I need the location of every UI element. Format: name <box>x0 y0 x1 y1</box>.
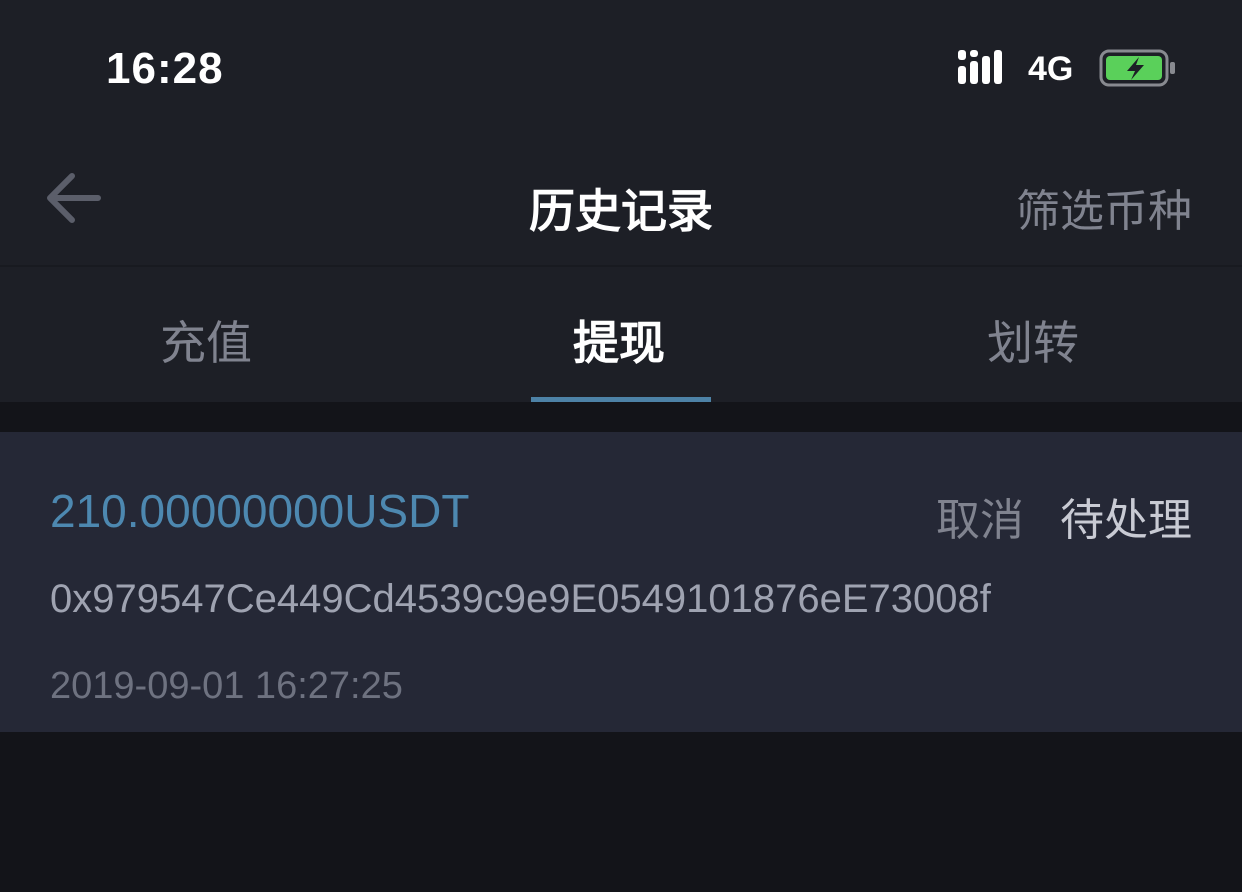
cancel-button[interactable]: 取消 <box>936 484 1024 548</box>
record-status: 待处理 <box>1060 496 1192 545</box>
signal-icon <box>958 50 1002 84</box>
record-address: 0x979547Ce449Cd4539c9e9E0549101876eE7300… <box>50 577 991 621</box>
tab-transfer[interactable]: 划转 <box>987 307 1079 373</box>
record-time: 2019-09-01 16:27:25 <box>50 665 403 707</box>
battery-icon <box>1099 49 1175 87</box>
withdraw-record[interactable]: 210.00000000USDT 取消 待处理 0x979547Ce449Cd4… <box>0 432 1242 732</box>
tab-deposit[interactable]: 充值 <box>160 307 252 373</box>
record-amount: 210.00000000USDT <box>50 485 470 537</box>
status-time: 16:28 <box>106 44 224 93</box>
navigation-bar: 历史记录 筛选币种 <box>0 135 1242 267</box>
active-tab-indicator <box>531 397 711 402</box>
tab-bar: 充值 提现 划转 <box>0 267 1242 402</box>
tab-withdraw[interactable]: 提现 <box>573 307 665 373</box>
filter-currency-button[interactable]: 筛选币种 <box>1016 175 1192 239</box>
status-bar: 16:28 4G <box>0 0 1242 135</box>
network-type: 4G <box>1028 50 1074 88</box>
